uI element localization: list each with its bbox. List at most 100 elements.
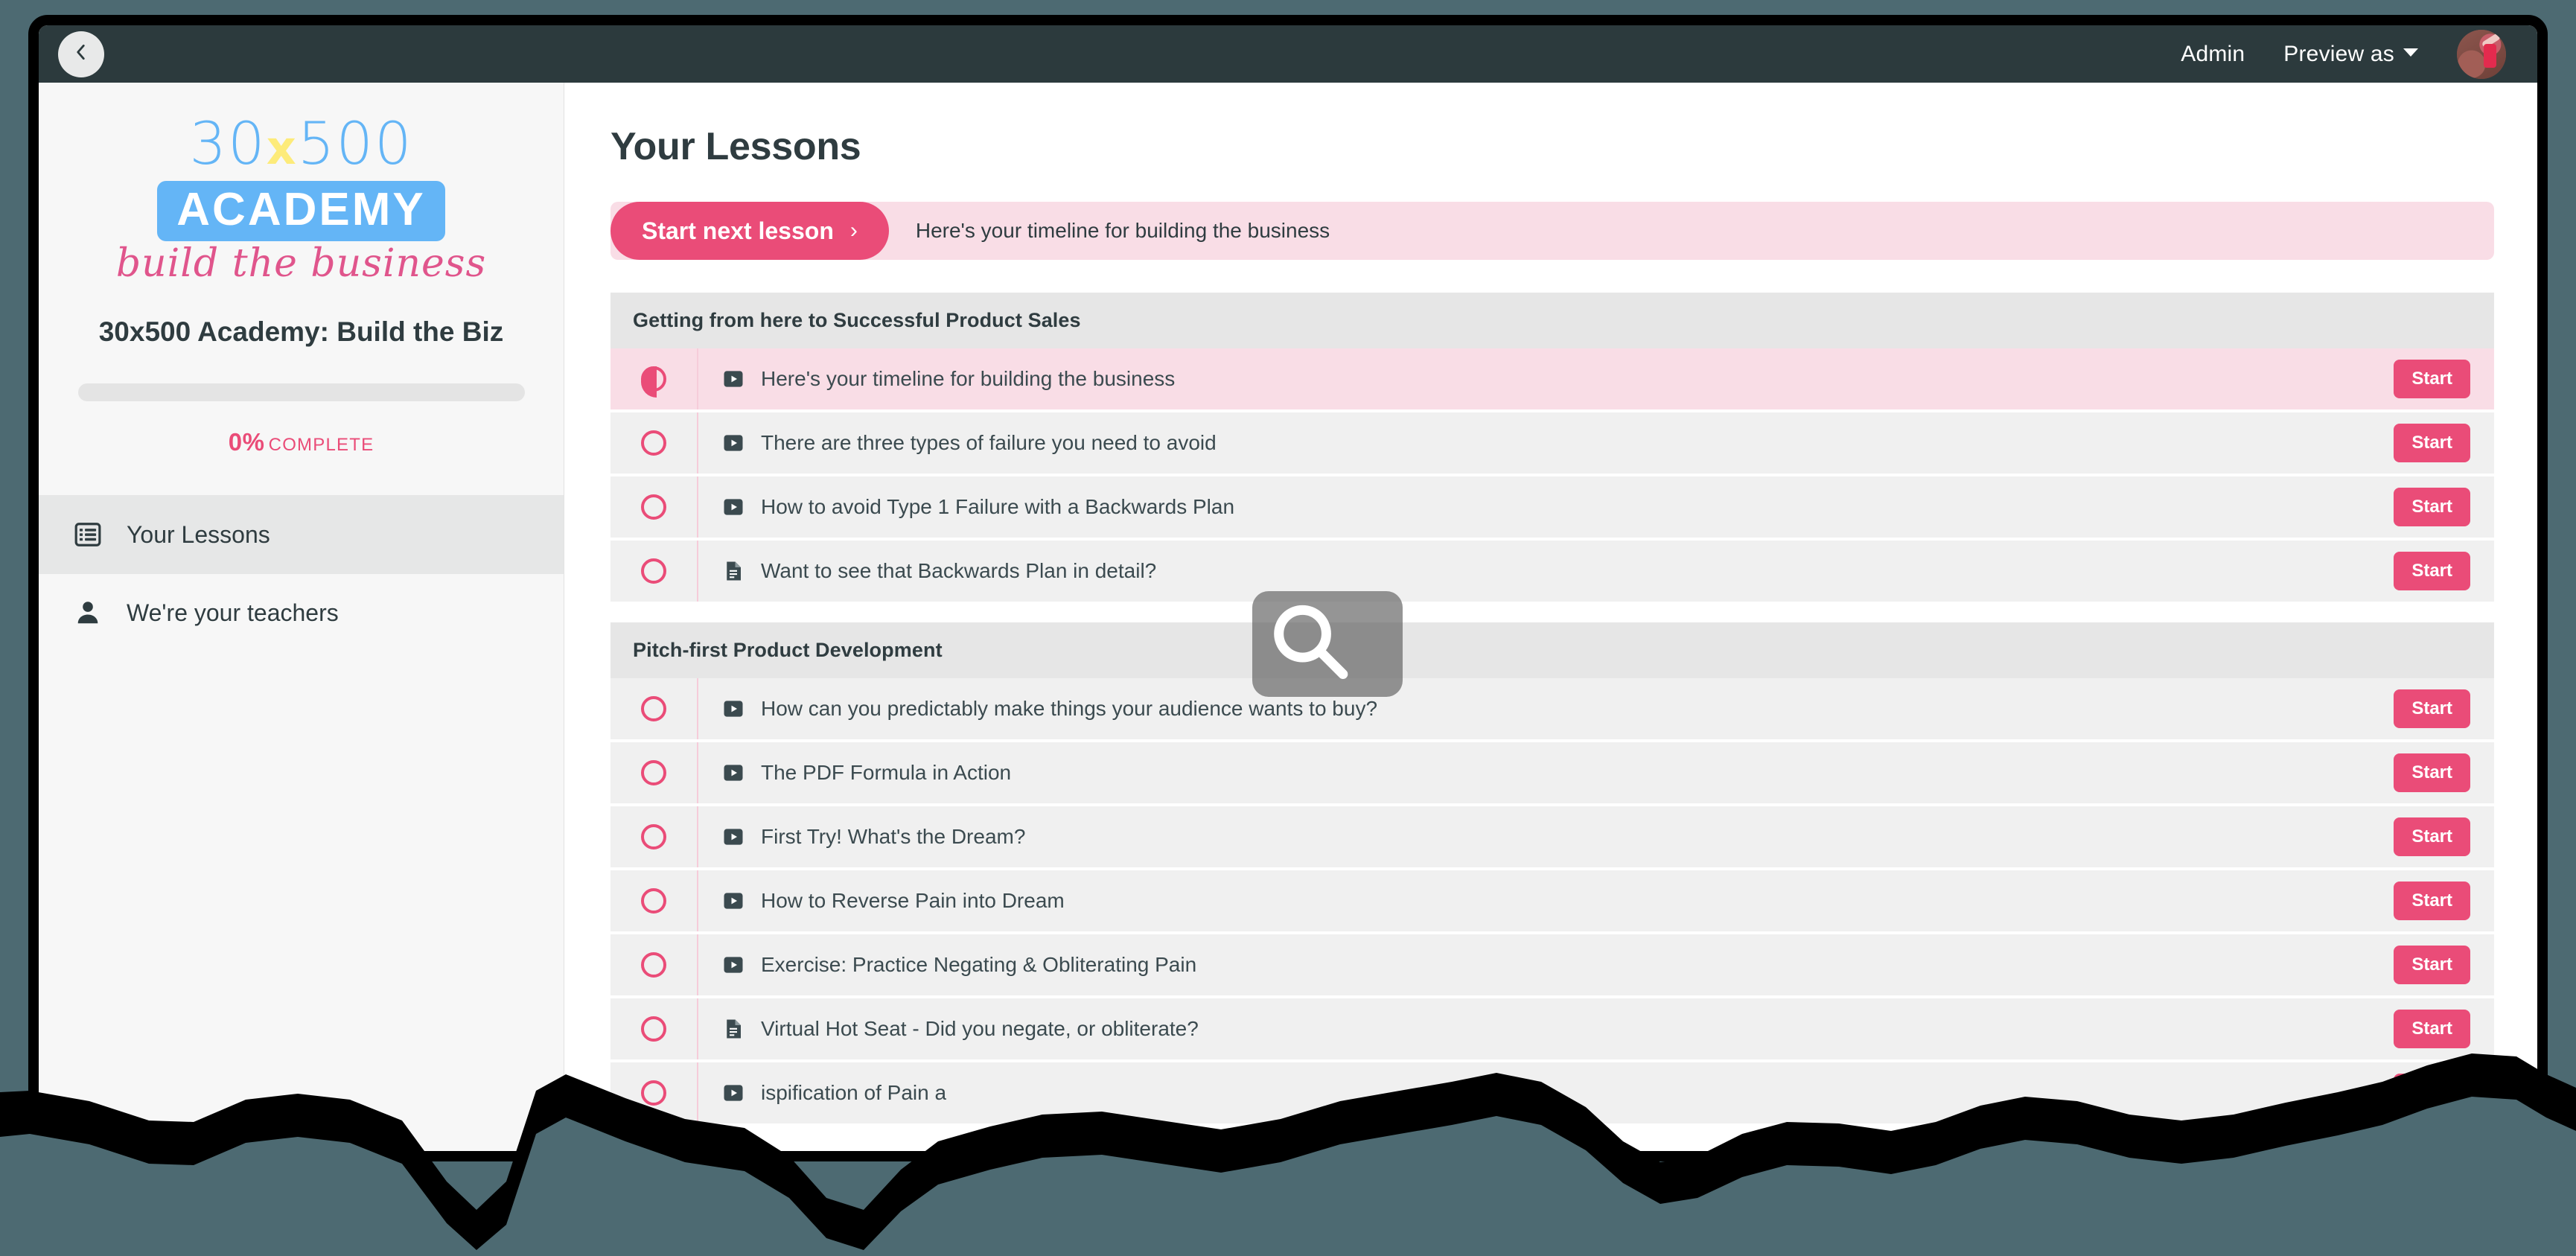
lesson-action-cell: Start xyxy=(2394,753,2494,792)
page-body: 30x500 ACADEMY build the business 30x500… xyxy=(39,83,2537,1151)
nav-link-preview-as[interactable]: Preview as xyxy=(2283,42,2418,67)
lesson-action-cell: Start xyxy=(2394,1010,2494,1048)
lesson-start-button[interactable]: Start xyxy=(2394,1074,2470,1112)
logo-500: 500 xyxy=(297,111,413,178)
course-title: 30x500 Academy: Build the Biz xyxy=(98,316,504,348)
next-lesson-banner: Start next lesson › Here's your timeline… xyxy=(610,202,2494,260)
chevron-left-icon xyxy=(71,42,91,66)
lesson-action-cell: Start xyxy=(2394,1074,2494,1112)
lesson-start-button[interactable]: Start xyxy=(2394,946,2470,984)
lesson-main: Here's your timeline for building the bu… xyxy=(698,367,2394,391)
lesson-row[interactable]: How to avoid Type 1 Failure with a Backw… xyxy=(610,476,2494,541)
lesson-row[interactable]: First Try! What's the Dream? Start xyxy=(610,806,2494,870)
lesson-row[interactable]: Virtual Hot Seat - Did you negate, or ob… xyxy=(610,998,2494,1062)
lesson-main: First Try! What's the Dream? xyxy=(698,825,2394,849)
video-icon xyxy=(722,1082,745,1104)
sidebar-item-teachers-label: We're your teachers xyxy=(127,599,339,626)
lesson-title: First Try! What's the Dream? xyxy=(761,825,1026,848)
lesson-row[interactable]: How to Reverse Pain into Dream Start xyxy=(610,870,2494,934)
lesson-start-button[interactable]: Start xyxy=(2394,882,2470,920)
lesson-main: How to Reverse Pain into Dream xyxy=(698,889,2394,913)
lesson-action-cell: Start xyxy=(2394,488,2494,526)
sidebar-item-your-lessons[interactable]: Your Lessons xyxy=(39,495,564,574)
lesson-start-button[interactable]: Start xyxy=(2394,360,2470,398)
lesson-row[interactable]: How can you predictably make things your… xyxy=(610,678,2494,742)
lesson-title: Here's your timeline for building the bu… xyxy=(761,367,1176,390)
desktop-background: Admin Preview as 30x500 ACADEMY build th… xyxy=(0,0,2576,1256)
lesson-status-cell xyxy=(610,541,698,602)
sidebar-nav: Your Lessons We're your teachers xyxy=(39,495,564,651)
logo-line-top: 30x500 xyxy=(39,115,564,173)
top-navigation-bar: Admin Preview as xyxy=(39,25,2537,83)
document-icon xyxy=(722,560,745,582)
start-next-lesson-button[interactable]: Start next lesson › xyxy=(610,202,889,260)
video-icon xyxy=(722,826,745,848)
lesson-title: Exercise: Practice Negating & Obliterati… xyxy=(761,953,1197,976)
sidebar-item-teachers[interactable]: We're your teachers xyxy=(39,573,564,651)
lesson-start-button[interactable]: Start xyxy=(2394,817,2470,856)
progress-label: 0% COMPLETE xyxy=(39,428,564,456)
lesson-main: How to avoid Type 1 Failure with a Backw… xyxy=(698,495,2394,519)
lesson-action-cell: Start xyxy=(2394,817,2494,856)
lesson-title: The PDF Formula in Action xyxy=(761,761,1012,784)
lesson-title: How can you predictably make things your… xyxy=(761,697,1378,720)
video-icon xyxy=(722,698,745,720)
lesson-status-circle xyxy=(641,824,666,849)
lesson-status-cell xyxy=(610,806,698,867)
lesson-status-cell xyxy=(610,742,698,803)
lesson-row[interactable]: There are three types of failure you nee… xyxy=(610,412,2494,476)
lesson-start-button[interactable]: Start xyxy=(2394,689,2470,728)
lesson-main: The PDF Formula in Action xyxy=(698,761,2394,785)
lesson-status-circle xyxy=(641,696,666,721)
sidebar: 30x500 ACADEMY build the business 30x500… xyxy=(39,83,564,1151)
lesson-row[interactable]: Want to see that Backwards Plan in detai… xyxy=(610,541,2494,605)
lesson-status-circle xyxy=(641,1080,666,1106)
brand-logo[interactable]: 30x500 ACADEMY build the business xyxy=(39,83,564,285)
browser-window: Admin Preview as 30x500 ACADEMY build th… xyxy=(28,15,2548,1161)
lesson-row[interactable]: Here's your timeline for building the bu… xyxy=(610,348,2494,412)
lesson-row[interactable]: Exercise: Practice Negating & Obliterati… xyxy=(610,934,2494,998)
lesson-action-cell: Start xyxy=(2394,424,2494,462)
video-icon xyxy=(722,496,745,518)
logo-tagline: build the business xyxy=(115,241,487,287)
page-title: Your Lessons xyxy=(610,125,861,168)
lesson-start-button[interactable]: Start xyxy=(2394,753,2470,792)
lesson-start-button[interactable]: Start xyxy=(2394,488,2470,526)
lesson-action-cell: Start xyxy=(2394,552,2494,590)
top-nav-links: Admin Preview as xyxy=(2181,29,2537,79)
logo-30: 30 xyxy=(189,111,267,178)
lesson-status-circle xyxy=(641,494,666,520)
course-progress-bar xyxy=(77,383,525,402)
lesson-start-button[interactable]: Start xyxy=(2394,424,2470,462)
lesson-status-cell xyxy=(610,1062,698,1123)
video-icon xyxy=(722,762,745,784)
lesson-main: There are three types of failure you nee… xyxy=(698,431,2394,455)
logo-academy-badge: ACADEMY xyxy=(157,181,445,242)
lesson-status-cell xyxy=(610,476,698,538)
lesson-title: How to Reverse Pain into Dream xyxy=(761,889,1065,912)
progress-percent: 0% xyxy=(228,428,265,456)
sidebar-item-your-lessons-label: Your Lessons xyxy=(127,520,270,548)
lesson-action-cell: Start xyxy=(2394,946,2494,984)
lesson-main: Want to see that Backwards Plan in detai… xyxy=(698,559,2394,583)
next-lesson-title: Here's your timeline for building the bu… xyxy=(915,219,1330,242)
lesson-title: ispification of Pain a xyxy=(761,1081,947,1104)
back-button[interactable] xyxy=(58,31,104,77)
chevron-right-icon: › xyxy=(849,218,858,243)
nav-link-admin[interactable]: Admin xyxy=(2181,42,2245,67)
lesson-row[interactable]: The PDF Formula in Action Start xyxy=(610,742,2494,806)
lesson-start-button[interactable]: Start xyxy=(2394,552,2470,590)
video-icon xyxy=(722,368,745,390)
lesson-title: How to avoid Type 1 Failure with a Backw… xyxy=(761,495,1235,518)
nav-link-preview-as-label: Preview as xyxy=(2283,41,2394,66)
avatar[interactable] xyxy=(2457,29,2506,79)
lesson-action-cell: Start xyxy=(2394,689,2494,728)
lesson-row[interactable]: ispification of Pain a Start xyxy=(610,1062,2494,1126)
lesson-section-header: Pitch-first Product Development xyxy=(610,622,2494,678)
avatar-detail-bottle xyxy=(2483,44,2496,68)
lesson-start-button[interactable]: Start xyxy=(2394,1010,2470,1048)
person-icon xyxy=(73,598,103,628)
lesson-action-cell: Start xyxy=(2394,882,2494,920)
lesson-main: ispification of Pain a xyxy=(698,1081,2394,1105)
list-icon xyxy=(73,520,103,549)
